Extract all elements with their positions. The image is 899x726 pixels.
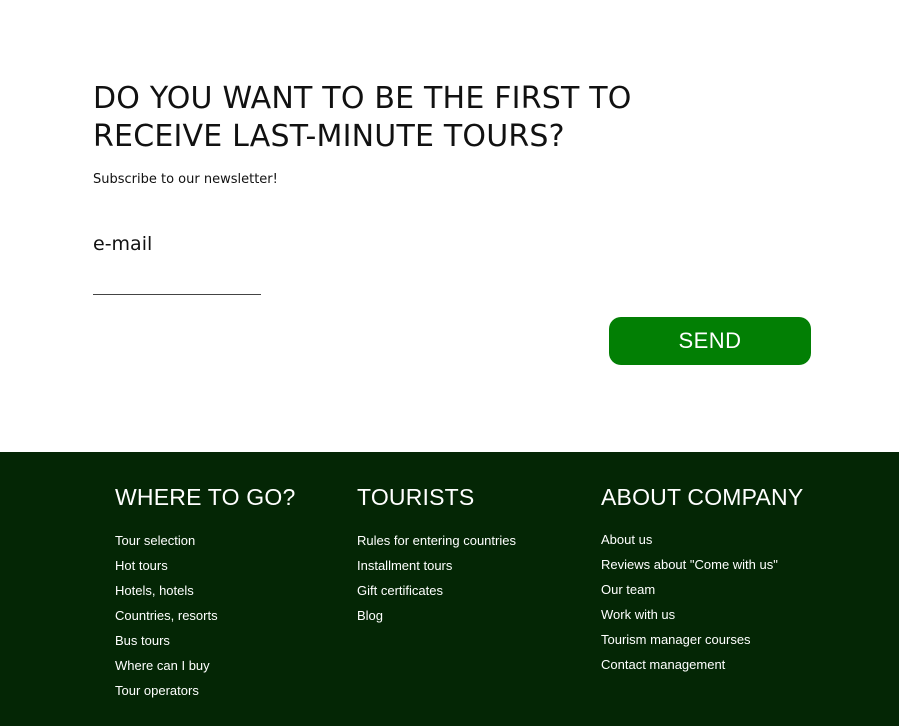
send-button[interactable]: SEND [609, 317, 811, 365]
footer-link-list: Tour selection Hot tours Hotels, hotels … [115, 528, 295, 703]
newsletter-headline: DO YOU WANT TO BE THE FIRST TO RECEIVE L… [93, 80, 713, 156]
email-input[interactable] [93, 268, 261, 295]
footer-column-about-company: ABOUT COMPANY About us Reviews about "Co… [601, 482, 803, 677]
footer-link-tour-operators[interactable]: Tour operators [115, 678, 295, 703]
footer-link-list: Rules for entering countries Installment… [357, 528, 516, 628]
headline-line-2: RECEIVE LAST-MINUTE TOURS? [93, 119, 565, 154]
footer-link-reviews[interactable]: Reviews about "Come with us" [601, 552, 803, 577]
footer-link-contact-management[interactable]: Contact management [601, 652, 803, 677]
footer-link-about-us[interactable]: About us [601, 527, 803, 552]
footer: WHERE TO GO? Tour selection Hot tours Ho… [0, 452, 899, 726]
footer-column-where-to-go: WHERE TO GO? Tour selection Hot tours Ho… [115, 482, 295, 703]
newsletter-subtitle: Subscribe to our newsletter! [93, 172, 278, 187]
footer-column-title: WHERE TO GO? [115, 484, 296, 510]
footer-link-gift-certificates[interactable]: Gift certificates [357, 578, 516, 603]
footer-link-bus-tours[interactable]: Bus tours [115, 628, 295, 653]
footer-link-tour-selection[interactable]: Tour selection [115, 528, 295, 553]
headline-line-1: DO YOU WANT TO BE THE FIRST TO [93, 81, 632, 116]
footer-link-hot-tours[interactable]: Hot tours [115, 553, 295, 578]
footer-link-our-team[interactable]: Our team [601, 577, 803, 602]
footer-link-installment-tours[interactable]: Installment tours [357, 553, 516, 578]
newsletter-section: DO YOU WANT TO BE THE FIRST TO RECEIVE L… [0, 0, 899, 452]
footer-link-hotels[interactable]: Hotels, hotels [115, 578, 295, 603]
footer-link-work-with-us[interactable]: Work with us [601, 602, 803, 627]
footer-link-manager-courses[interactable]: Tourism manager courses [601, 627, 803, 652]
footer-link-countries-resorts[interactable]: Countries, resorts [115, 603, 295, 628]
footer-link-where-can-i-buy[interactable]: Where can I buy [115, 653, 295, 678]
footer-column-title: TOURISTS [357, 484, 475, 510]
footer-column-title: ABOUT COMPANY [601, 484, 804, 510]
footer-link-list: About us Reviews about "Come with us" Ou… [601, 527, 803, 677]
email-label: e-mail [93, 233, 153, 255]
footer-column-tourists: TOURISTS Rules for entering countries In… [357, 482, 516, 628]
footer-link-entry-rules[interactable]: Rules for entering countries [357, 528, 516, 553]
footer-link-blog[interactable]: Blog [357, 603, 516, 628]
